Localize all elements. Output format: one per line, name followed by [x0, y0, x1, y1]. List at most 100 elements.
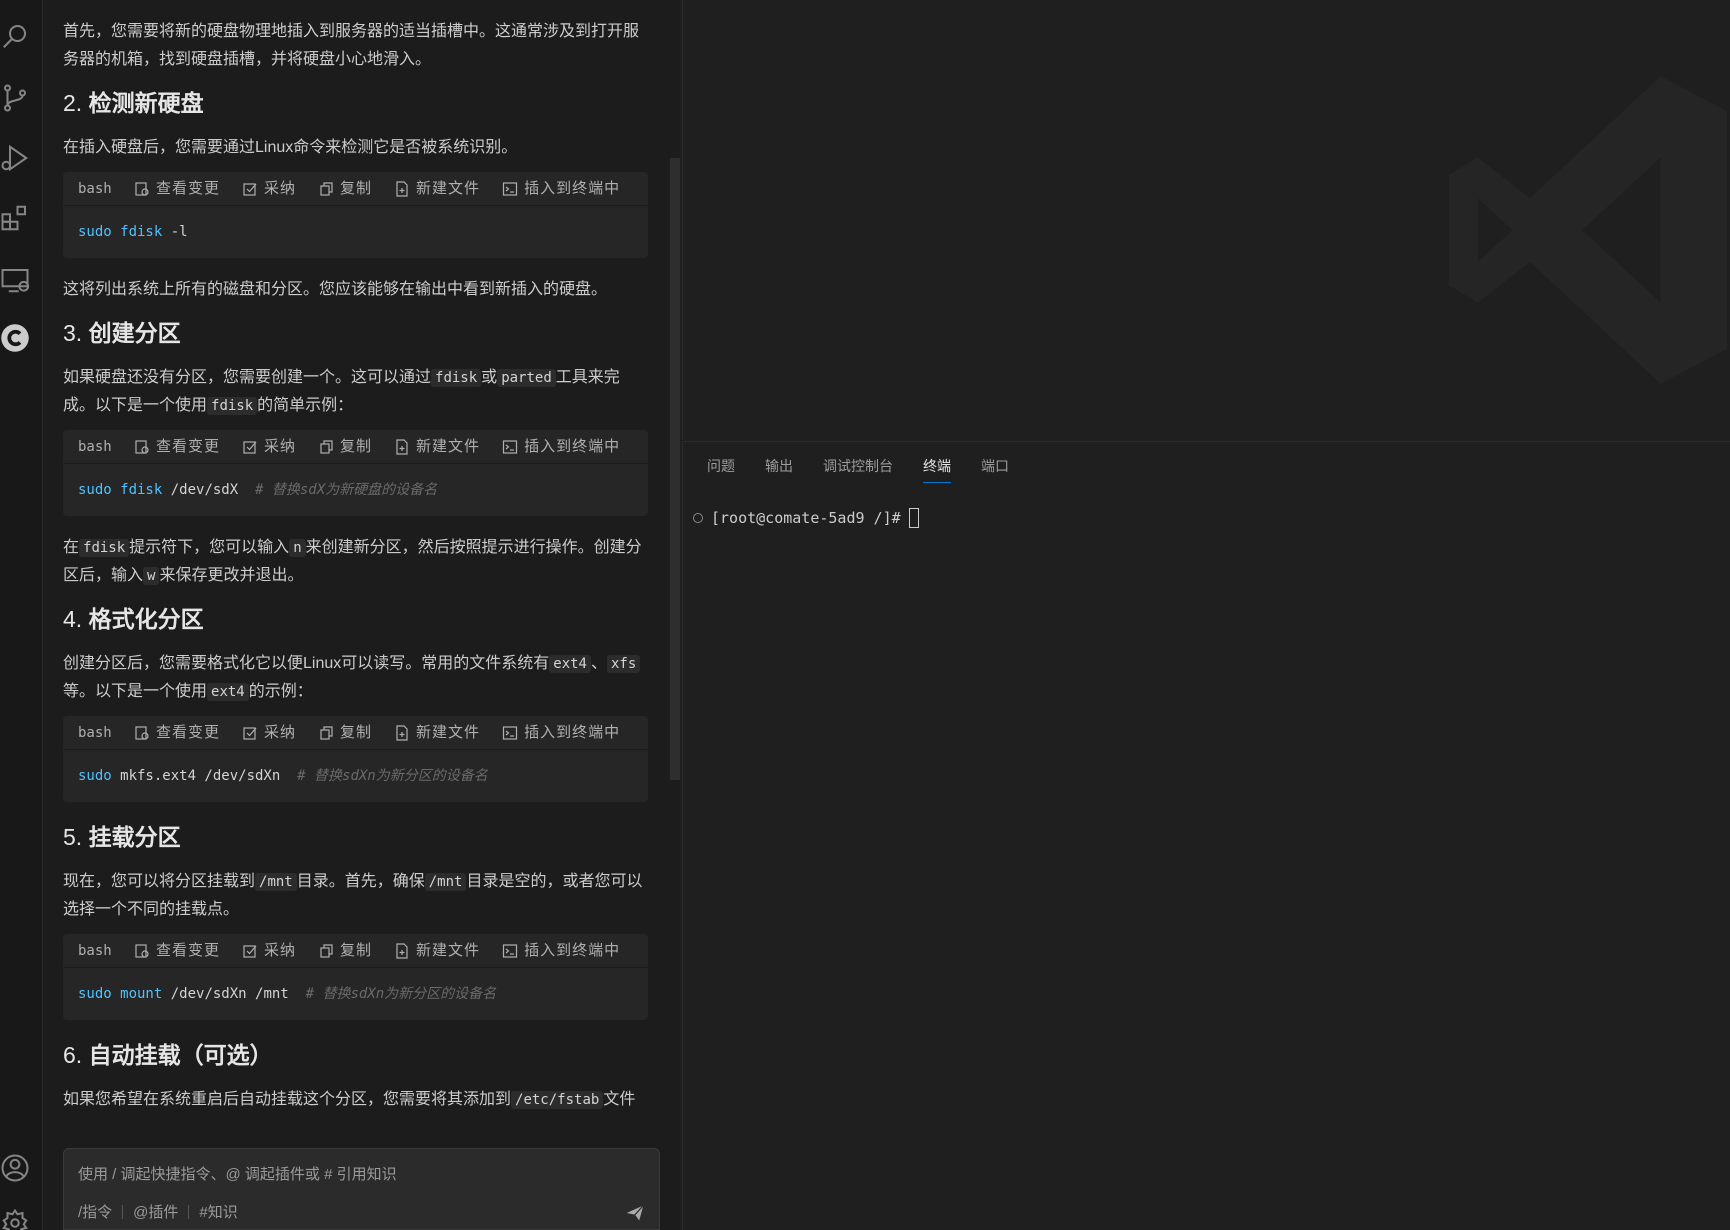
copy-button[interactable]: 复制	[318, 175, 372, 203]
accept-button[interactable]: 采纳	[242, 433, 296, 461]
paragraph: 如果硬盘还没有分区，您需要创建一个。这可以通过 fdisk 或 parted 工具来完成…	[63, 369, 620, 415]
vscode-logo-watermark	[1448, 76, 1728, 384]
search-icon[interactable]	[0, 18, 30, 54]
source-control-icon[interactable]	[0, 80, 30, 116]
bottom-panel: 问题 输出 调试控制台 终端 端口 [root@comate-5ad9 /]#	[682, 441, 1730, 1230]
copy-icon	[320, 181, 333, 196]
intro-paragraph: 首先，您需要将新的硬盘物理地插入到服务器的适当插槽中。这通常涉及到打开服务器的机…	[63, 23, 640, 68]
paragraph: 在 fdisk 提示符下，您可以输入 n 来创建新分区，然后按照提示进行操作。创建分区后…	[63, 539, 642, 585]
check-square-icon	[243, 182, 257, 196]
section-heading: 2. 检测新硬盘	[63, 90, 204, 116]
new-file-icon	[396, 942, 408, 959]
accept-button[interactable]: 采纳	[242, 937, 296, 965]
new-file-icon	[396, 180, 408, 197]
section-heading: 5. 挂载分区	[63, 824, 181, 850]
code-language: bash	[78, 724, 112, 741]
settings-gear-icon[interactable]	[0, 1205, 30, 1230]
chat-input-box[interactable]: 使用 / 调起快捷指令、@ 调起插件或 # 引用知识 /指令 @插件 #知识	[63, 1148, 660, 1230]
code-language: bash	[78, 180, 112, 197]
comate-icon[interactable]	[0, 320, 30, 356]
code-block: bash 查看变更 采纳 复制 新建文件 插入到终端中 sudo fdisk -…	[63, 172, 648, 258]
new-file-button[interactable]: 新建文件	[394, 719, 480, 747]
diff-icon	[135, 439, 149, 454]
terminal-icon	[502, 439, 518, 454]
section-heading: 3. 创建分区	[63, 320, 181, 346]
terminal-icon	[502, 181, 518, 196]
input-toolbar: /指令 @插件 #知识	[78, 1201, 238, 1222]
editor-area	[682, 0, 1730, 440]
tab-terminal[interactable]: 终端	[923, 456, 951, 483]
send-icon[interactable]	[625, 1203, 645, 1223]
section-heading: 6. 自动挂载（可选）	[63, 1042, 273, 1068]
terminal-prompt: [root@comate-5ad9 /]#	[711, 509, 901, 527]
code-block: bash 查看变更 采纳 复制 新建文件 插入到终端中 sudo fdisk /…	[63, 430, 648, 516]
terminal-icon	[502, 943, 518, 958]
code-toolbar: bash 查看变更 采纳 复制 新建文件 插入到终端中	[63, 430, 648, 464]
account-icon[interactable]	[0, 1150, 30, 1186]
code-language: bash	[78, 942, 112, 959]
paragraph: 这将列出系统上所有的磁盘和分区。您应该能够在输出中看到新插入的硬盘。	[63, 281, 608, 298]
code-content[interactable]: sudo fdisk /dev/sdX # 替换sdX为新硬盘的设备名	[63, 464, 648, 516]
terminal-icon	[502, 725, 518, 740]
terminal-cursor	[908, 508, 919, 528]
copy-icon	[320, 725, 333, 740]
code-content[interactable]: sudo fdisk -l	[63, 206, 648, 258]
new-file-button[interactable]: 新建文件	[394, 433, 480, 461]
new-file-icon	[396, 438, 408, 455]
code-block: bash 查看变更 采纳 复制 新建文件 插入到终端中 sudo mkfs.ex…	[63, 716, 648, 802]
view-changes-button[interactable]: 查看变更	[134, 719, 220, 747]
check-square-icon	[243, 726, 257, 740]
new-file-button[interactable]: 新建文件	[394, 175, 480, 203]
assistant-message: 首先，您需要将新的硬盘物理地插入到服务器的适当插槽中。这通常涉及到打开服务器的机…	[63, 18, 648, 1124]
activity-bar	[0, 0, 43, 1230]
insert-terminal-button[interactable]: 插入到终端中	[502, 719, 620, 747]
code-content[interactable]: sudo mount /dev/sdXn /mnt # 替换sdXn为新分区的设…	[63, 968, 648, 1020]
copy-icon	[320, 439, 333, 454]
copy-button[interactable]: 复制	[318, 433, 372, 461]
command-status-icon	[693, 513, 703, 523]
copy-button[interactable]: 复制	[318, 937, 372, 965]
code-language: bash	[78, 438, 112, 455]
diff-icon	[135, 943, 149, 958]
extensions-icon[interactable]	[0, 200, 30, 236]
new-file-button[interactable]: 新建文件	[394, 937, 480, 965]
terminal[interactable]: [root@comate-5ad9 /]#	[693, 508, 919, 528]
tab-debug-console[interactable]: 调试控制台	[823, 456, 893, 483]
divider	[188, 1204, 190, 1219]
new-file-icon	[396, 724, 408, 741]
run-debug-icon[interactable]	[0, 140, 30, 176]
view-changes-button[interactable]: 查看变更	[134, 175, 220, 203]
tab-output[interactable]: 输出	[765, 456, 793, 483]
insert-terminal-button[interactable]: 插入到终端中	[502, 175, 620, 203]
paragraph: 如果您希望在系统重启后自动挂载这个分区，您需要将其添加到/etc/fstab 文件	[63, 1091, 636, 1109]
tab-ports[interactable]: 端口	[981, 456, 1009, 483]
chat-scrollbar[interactable]	[670, 158, 680, 780]
section-heading: 4. 格式化分区	[63, 606, 204, 632]
insert-terminal-button[interactable]: 插入到终端中	[502, 937, 620, 965]
plugin-button[interactable]: @插件	[133, 1201, 178, 1222]
code-toolbar: bash 查看变更 采纳 复制 新建文件 插入到终端中	[63, 172, 648, 206]
knowledge-button[interactable]: #知识	[199, 1201, 237, 1222]
view-changes-button[interactable]: 查看变更	[134, 433, 220, 461]
divider	[122, 1204, 124, 1219]
copy-icon	[320, 943, 333, 958]
copy-button[interactable]: 复制	[318, 719, 372, 747]
chat-input-placeholder[interactable]: 使用 / 调起快捷指令、@ 调起插件或 # 引用知识	[78, 1163, 397, 1184]
tab-problems[interactable]: 问题	[707, 456, 735, 483]
paragraph: 在插入硬盘后，您需要通过Linux命令来检测它是否被系统识别。	[63, 139, 518, 156]
view-changes-button[interactable]: 查看变更	[134, 937, 220, 965]
code-block: bash 查看变更 采纳 复制 新建文件 插入到终端中 sudo mount /…	[63, 934, 648, 1020]
diff-icon	[135, 725, 149, 740]
code-content[interactable]: sudo mkfs.ext4 /dev/sdXn # 替换sdXn为新分区的设备…	[63, 750, 648, 802]
code-toolbar: bash 查看变更 采纳 复制 新建文件 插入到终端中	[63, 716, 648, 750]
accept-button[interactable]: 采纳	[242, 719, 296, 747]
command-button[interactable]: /指令	[78, 1201, 112, 1222]
accept-button[interactable]: 采纳	[242, 175, 296, 203]
check-square-icon	[243, 944, 257, 958]
chat-panel: 首先，您需要将新的硬盘物理地插入到服务器的适当插槽中。这通常涉及到打开服务器的机…	[43, 0, 680, 1230]
code-toolbar: bash 查看变更 采纳 复制 新建文件 插入到终端中	[63, 934, 648, 968]
check-square-icon	[243, 440, 257, 454]
chat-messages[interactable]: 首先，您需要将新的硬盘物理地插入到服务器的适当插槽中。这通常涉及到打开服务器的机…	[43, 0, 680, 1125]
insert-terminal-button[interactable]: 插入到终端中	[502, 433, 620, 461]
remote-explorer-icon[interactable]	[0, 262, 30, 298]
